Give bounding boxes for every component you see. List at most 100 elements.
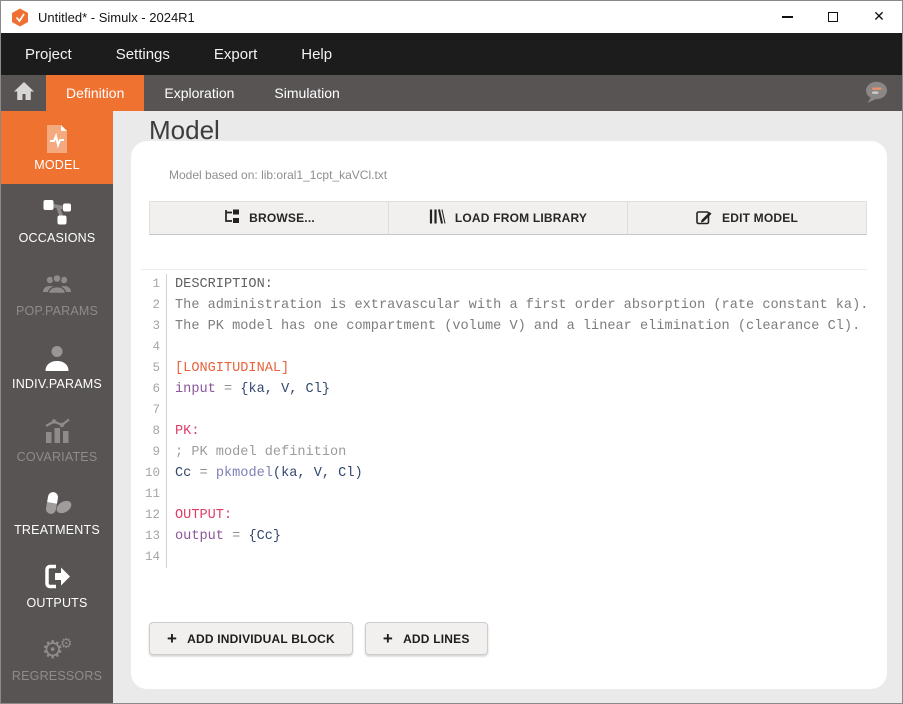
outputs-icon — [43, 561, 71, 592]
code-text: PK: — [175, 424, 200, 439]
line-number: 11 — [141, 484, 167, 505]
code-text: The PK model has one compartment (volume… — [175, 319, 861, 334]
toolbar-button-label: LOAD FROM LIBRARY — [454, 211, 588, 225]
code-text: Cc = pkmodel(ka, V, Cl) — [175, 466, 363, 481]
app-icon — [11, 8, 29, 27]
sidebar-item-label: TREATMENTS — [14, 523, 100, 537]
add-lines-button[interactable]: + ADD LINES — [364, 622, 488, 655]
code-line[interactable]: 13 output = {Cc} — [141, 526, 867, 547]
line-number: 6 — [141, 379, 167, 400]
add-individual-block-button[interactable]: + ADD INDIVIDUAL BLOCK — [149, 622, 353, 655]
model-based-on-text: Model based on: lib:oral1_1cpt_kaVCl.txt — [169, 168, 388, 182]
sidebar-item-label: OCCASIONS — [18, 231, 96, 245]
code-line[interactable]: 3 The PK model has one compartment (volum… — [141, 316, 867, 337]
menu-settings[interactable]: Settings — [116, 46, 170, 63]
app-window: Untitled* - Simulx - 2024R1 ✕ Project Set… — [0, 0, 903, 704]
regressors-icon: ⚙⚙ — [41, 635, 73, 664]
edit-icon — [696, 209, 713, 228]
tab-bar: Definition Exploration Simulation — [1, 75, 902, 111]
tab-simulation[interactable]: Simulation — [254, 75, 359, 111]
code-line[interactable]: 5 [LONGITUDINAL] — [141, 358, 867, 379]
sidebar: MODEL OCCASIONS POP.PARAMS INDIV.PARAMS COVA… — [1, 111, 113, 703]
sidebar-item-covariates[interactable]: COVARIATES — [1, 403, 113, 476]
window-title: Untitled* - Simulx - 2024R1 — [38, 9, 195, 25]
model-code-editor[interactable]: 1 DESCRIPTION: 2 The administration is extr… — [141, 269, 869, 568]
line-number: 3 — [141, 316, 167, 337]
action-button-label: ADD INDIVIDUAL BLOCK — [187, 631, 335, 646]
sidebar-item-model[interactable]: MODEL — [1, 111, 113, 184]
home-icon — [13, 81, 35, 106]
home-tab[interactable] — [1, 75, 46, 111]
model-toolbar: BROWSE... LOAD FROM LIBRARY EDIT MODEL — [149, 201, 867, 235]
code-line[interactable]: 14 — [141, 547, 867, 568]
minimize-button[interactable] — [764, 1, 810, 33]
covariates-icon — [43, 415, 71, 446]
maximize-button[interactable] — [810, 1, 856, 33]
toolbar-button-label: EDIT MODEL — [722, 211, 798, 225]
code-line[interactable]: 6 input = {ka, V, Cl} — [141, 379, 867, 400]
code-text: OUTPUT: — [175, 508, 233, 523]
line-number: 13 — [141, 526, 167, 547]
sidebar-item-pop-params[interactable]: POP.PARAMS — [1, 257, 113, 330]
line-number: 8 — [141, 421, 167, 442]
menu-project[interactable]: Project — [25, 46, 72, 63]
browse-icon — [223, 209, 240, 227]
code-text: ; PK model definition — [175, 445, 347, 460]
plus-icon: + — [382, 629, 394, 648]
tab-list: Definition Exploration Simulation — [46, 75, 360, 111]
code-text: [LONGITUDINAL] — [175, 361, 290, 376]
body: MODEL OCCASIONS POP.PARAMS INDIV.PARAMS COVA… — [1, 111, 902, 703]
code-line[interactable]: 2 The administration is extravascular wit… — [141, 295, 869, 316]
line-number: 14 — [141, 547, 167, 568]
sidebar-item-outputs[interactable]: OUTPUTS — [1, 549, 113, 622]
pop-params-icon — [42, 269, 72, 300]
action-button-label: ADD LINES — [403, 631, 470, 646]
tab-exploration[interactable]: Exploration — [144, 75, 254, 111]
editor-actions: + ADD INDIVIDUAL BLOCK + ADD LINES — [149, 622, 887, 655]
load-from-library-button[interactable]: LOAD FROM LIBRARY — [389, 202, 628, 234]
code-line[interactable]: 11 — [141, 484, 867, 505]
sidebar-item-treatments[interactable]: TREATMENTS — [1, 476, 113, 549]
sidebar-item-regressors[interactable]: ⚙⚙ REGRESSORS — [1, 622, 113, 695]
close-button[interactable]: ✕ — [856, 1, 902, 33]
sidebar-item-label: INDIV.PARAMS — [12, 377, 102, 391]
code-line[interactable]: 10 Cc = pkmodel(ka, V, Cl) — [141, 463, 867, 484]
line-number: 7 — [141, 400, 167, 421]
sidebar-item-label: COVARIATES — [16, 450, 98, 464]
browse-button[interactable]: BROWSE... — [150, 202, 389, 234]
sidebar-item-occasions[interactable]: OCCASIONS — [1, 184, 113, 257]
tab-definition[interactable]: Definition — [46, 75, 145, 111]
code-line[interactable]: 1 DESCRIPTION: — [141, 274, 867, 295]
line-number: 1 — [141, 274, 167, 295]
occasions-icon — [42, 196, 72, 227]
toolbar-button-label: BROWSE... — [249, 211, 315, 225]
menu-help[interactable]: Help — [301, 46, 332, 63]
line-number: 12 — [141, 505, 167, 526]
page-title: Model — [149, 115, 220, 145]
code-line[interactable]: 9 ; PK model definition — [141, 442, 867, 463]
sidebar-item-label: POP.PARAMS — [15, 304, 99, 318]
line-number: 9 — [141, 442, 167, 463]
treatments-icon — [42, 488, 72, 519]
model-icon — [44, 123, 70, 154]
edit-model-button[interactable]: EDIT MODEL — [628, 202, 866, 234]
code-line[interactable]: 4 — [141, 337, 867, 358]
library-icon — [429, 209, 446, 227]
main-content: Model Model based on: lib:oral1_1cpt_kaV… — [113, 111, 902, 703]
line-number: 10 — [141, 463, 167, 484]
model-card: Model based on: lib:oral1_1cpt_kaVCl.txt… — [131, 141, 887, 689]
code-text: input = {ka, V, Cl} — [175, 382, 331, 397]
sidebar-item-label: OUTPUTS — [26, 596, 88, 610]
code-line[interactable]: 8 PK: — [141, 421, 867, 442]
chat-bubble-icon[interactable] — [862, 80, 890, 106]
code-line[interactable]: 7 — [141, 400, 867, 421]
code-line[interactable]: 12 OUTPUT: — [141, 505, 867, 526]
sidebar-item-indiv-params[interactable]: INDIV.PARAMS — [1, 330, 113, 403]
menu-export[interactable]: Export — [214, 46, 257, 63]
code-text: DESCRIPTION: — [175, 277, 273, 292]
code-text: The administration is extravascular with… — [175, 298, 869, 313]
